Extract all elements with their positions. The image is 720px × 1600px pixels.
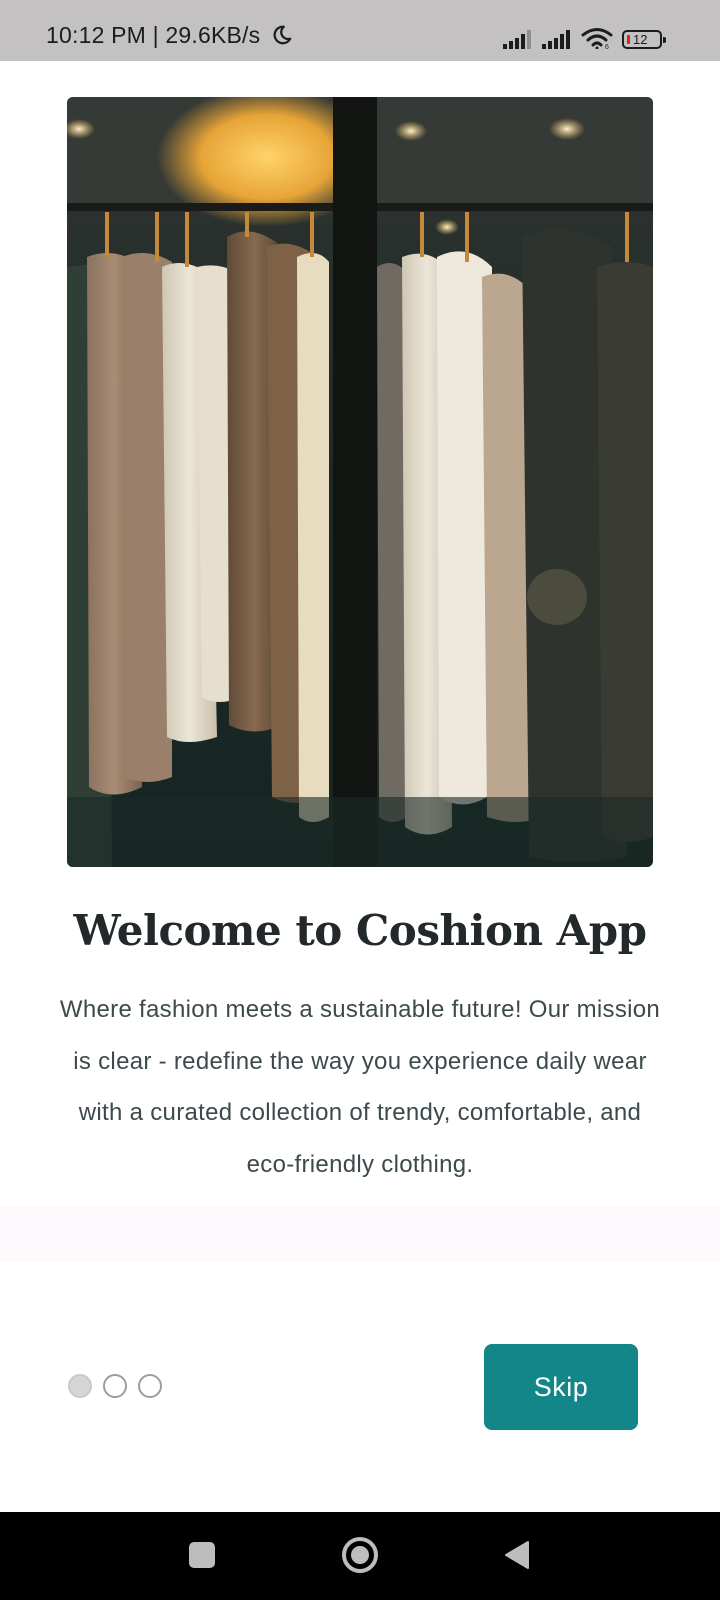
skip-button[interactable]: Skip [484,1344,638,1430]
back-icon[interactable] [504,1540,530,1570]
page-indicator-dot-1[interactable] [68,1374,92,1398]
onboarding-screen: 10:12 PM | 29.6KB/s 6 12 Welcome to Cosh… [0,0,720,1600]
page-indicator-dot-2[interactable] [103,1374,127,1398]
page-indicator [68,1374,162,1398]
wifi-icon: 6 [581,28,613,49]
signal-icon [542,30,570,49]
content-divider-band [0,1206,720,1262]
home-icon[interactable] [341,1536,379,1574]
battery-icon: 12 [622,30,666,49]
battery-level: 12 [633,32,648,47]
status-bar: 10:12 PM | 29.6KB/s 6 12 [0,0,720,61]
recents-icon[interactable] [189,1542,215,1568]
status-time-speed-label: 10:12 PM | 29.6KB/s [46,22,261,48]
status-icons: 6 12 [503,25,666,49]
svg-text:6: 6 [605,44,609,49]
page-indicator-dot-3[interactable] [138,1374,162,1398]
status-time-speed: 10:12 PM | 29.6KB/s [46,22,293,49]
system-nav-bar [0,1512,720,1600]
page-title: Welcome to Coshion App [73,906,647,955]
battery-fill [627,35,630,44]
clothing-rack-illustration [67,97,653,867]
signal-icon [503,30,531,49]
clothing-rack-image [67,97,653,867]
onboarding-description: Where fashion meets a sustainable future… [59,996,661,1178]
moon-icon [273,25,292,45]
